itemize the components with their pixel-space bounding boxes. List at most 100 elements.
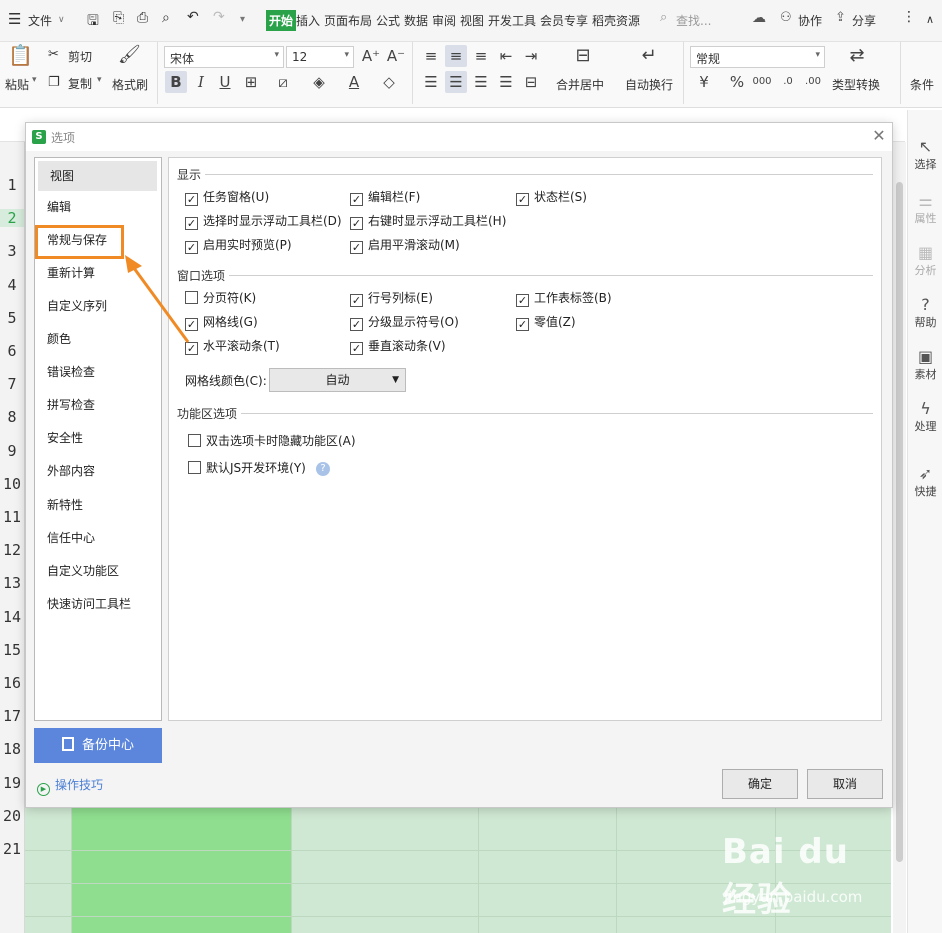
row-number[interactable]: 5 [0, 309, 24, 327]
checkbox-checked-icon[interactable]: ✓ [516, 318, 529, 331]
type-convert-icon[interactable]: ⇄ [846, 45, 868, 67]
font-color-icon[interactable]: A [343, 71, 365, 93]
paste-dropdown-icon[interactable]: ▾ [32, 75, 37, 85]
bold-icon[interactable]: B [165, 71, 187, 93]
row-number[interactable]: 16 [0, 674, 24, 692]
row-number[interactable]: 15 [0, 641, 24, 659]
close-icon[interactable]: ✕ [870, 127, 888, 145]
row-number[interactable]: 1 [0, 176, 24, 194]
checkbox-checked-icon[interactable]: ✓ [185, 241, 198, 254]
fill-color-icon[interactable]: ◈ [308, 71, 330, 93]
tab-insert[interactable]: 插入 [296, 12, 320, 29]
checkbox-checked-icon[interactable]: ✓ [185, 342, 198, 355]
number-format-select[interactable]: 常规 [690, 46, 825, 68]
nav-item[interactable]: 信任中心 [35, 523, 161, 553]
help-question-icon[interactable]: ? [316, 462, 330, 476]
nav-item[interactable]: 新特性 [35, 490, 161, 520]
italic-icon[interactable]: I [190, 71, 212, 93]
wrap-text-icon[interactable]: ↵ [638, 45, 660, 67]
align-left-icon[interactable]: ☰ [420, 71, 442, 93]
checkbox-checked-icon[interactable]: ✓ [185, 217, 198, 230]
increase-decimal-icon[interactable]: .0 [777, 71, 799, 93]
panel-shortcut-button[interactable]: ➶ 快捷 [908, 465, 942, 499]
decrease-indent-icon[interactable]: ⇤ [495, 45, 517, 67]
checkbox-checked-icon[interactable]: ✓ [350, 217, 363, 230]
checkbox-checked-icon[interactable]: ✓ [185, 318, 198, 331]
font-size-select[interactable]: 12 [286, 46, 354, 68]
option-checkbox[interactable]: 默认JS开发环境(Y) [188, 459, 306, 476]
collab-button[interactable]: 协作 [798, 12, 822, 29]
currency-icon[interactable]: ¥ [693, 71, 715, 93]
gridline-color-select[interactable]: 自动 ▼ [269, 368, 406, 392]
option-checkbox[interactable]: ✓ 编辑栏(F) [350, 188, 420, 206]
share-icon[interactable]: ⇪ [835, 10, 846, 25]
backup-center-button[interactable]: 备份中心 [34, 728, 162, 763]
paste-icon[interactable]: 📋 [8, 44, 33, 66]
file-menu[interactable]: 文件 [28, 12, 52, 29]
copy-icon[interactable]: ❐ [48, 75, 60, 90]
cut-icon[interactable]: ✂ [48, 47, 59, 62]
export-pdf-icon[interactable]: ⎘ [113, 10, 124, 26]
tab-member[interactable]: 会员专享 [540, 12, 588, 29]
option-checkbox[interactable]: ✓ 右键时显示浮动工具栏(H) [350, 212, 506, 230]
panel-property-button[interactable]: ⚌ 属性 [908, 192, 942, 226]
wrap-text-button[interactable]: 自动换行 [625, 76, 673, 93]
tab-view[interactable]: 视图 [460, 12, 484, 29]
row-number[interactable]: 4 [0, 276, 24, 294]
paste-button[interactable]: 粘贴 [5, 76, 29, 93]
cloud-icon[interactable]: ☁ [752, 10, 766, 26]
nav-item[interactable]: 自定义功能区 [35, 556, 161, 586]
row-number[interactable]: 12 [0, 541, 24, 559]
file-menu-chevron-icon[interactable]: ∨ [58, 15, 65, 25]
option-checkbox[interactable]: 分页符(K) [185, 289, 256, 306]
redo-icon[interactable]: ↷ [213, 9, 225, 25]
row-number[interactable]: 17 [0, 707, 24, 725]
search-icon[interactable]: ⌕ [660, 10, 667, 25]
nav-item[interactable]: 安全性 [35, 423, 161, 453]
thousands-icon[interactable]: 000 [751, 71, 773, 93]
option-checkbox[interactable]: ✓ 水平滚动条(T) [185, 337, 280, 355]
row-number[interactable]: 20 [0, 807, 24, 825]
option-checkbox[interactable]: ✓ 选择时显示浮动工具栏(D) [185, 212, 342, 230]
format-painter-button[interactable]: 格式刷 [112, 76, 148, 93]
print-icon[interactable]: ⎙ [137, 10, 148, 26]
merge-center-button[interactable]: 合并居中 [556, 76, 604, 93]
copy-button[interactable]: 复制 [68, 75, 92, 92]
justify-icon[interactable]: ☰ [495, 71, 517, 93]
panel-material-button[interactable]: ▣ 素材 [908, 348, 942, 382]
checkbox-checked-icon[interactable]: ✓ [516, 193, 529, 206]
checkbox-empty-icon[interactable] [188, 461, 201, 474]
nav-item[interactable]: 自定义序列 [35, 291, 161, 321]
nav-item[interactable]: 视图 [38, 161, 157, 191]
option-checkbox[interactable]: ✓ 网格线(G) [185, 313, 258, 331]
cancel-button[interactable]: 取消 [807, 769, 883, 799]
merge-center-icon[interactable]: ⊟ [572, 45, 594, 67]
option-checkbox[interactable]: ✓ 启用平滑滚动(M) [350, 236, 460, 254]
cell-style-icon[interactable]: ⧄ [272, 71, 294, 93]
tab-review[interactable]: 审阅 [432, 12, 456, 29]
percent-icon[interactable]: % [726, 71, 748, 93]
tab-docer[interactable]: 稻壳资源 [592, 12, 640, 29]
checkbox-checked-icon[interactable]: ✓ [350, 318, 363, 331]
align-right-icon[interactable]: ☰ [470, 71, 492, 93]
type-convert-button[interactable]: 类型转换 [832, 76, 880, 93]
nav-item[interactable]: 颜色 [35, 324, 161, 354]
format-painter-icon[interactable]: 🖌 [118, 44, 141, 66]
panel-process-button[interactable]: ϟ 处理 [908, 400, 942, 434]
row-number[interactable]: 9 [0, 442, 24, 460]
option-checkbox[interactable]: ✓ 分级显示符号(O) [350, 313, 459, 331]
row-number[interactable]: 14 [0, 608, 24, 626]
nav-item[interactable]: 编辑 [35, 192, 161, 222]
align-bottom-icon[interactable]: ≡ [470, 45, 492, 67]
tab-data[interactable]: 数据 [404, 12, 428, 29]
row-number[interactable]: 19 [0, 774, 24, 792]
align-top-icon[interactable]: ≡ [420, 45, 442, 67]
panel-help-button[interactable]: ? 帮助 [908, 296, 942, 330]
font-name-select[interactable]: 宋体 [164, 46, 284, 68]
collapse-ribbon-icon[interactable]: ∧ [926, 13, 934, 26]
nav-item[interactable]: 拼写检查 [35, 390, 161, 420]
clear-format-icon[interactable]: ◇ [378, 71, 400, 93]
decrease-decimal-icon[interactable]: .00 [802, 71, 824, 93]
collab-icon[interactable]: ⚇ [780, 10, 792, 25]
checkbox-checked-icon[interactable]: ✓ [350, 342, 363, 355]
